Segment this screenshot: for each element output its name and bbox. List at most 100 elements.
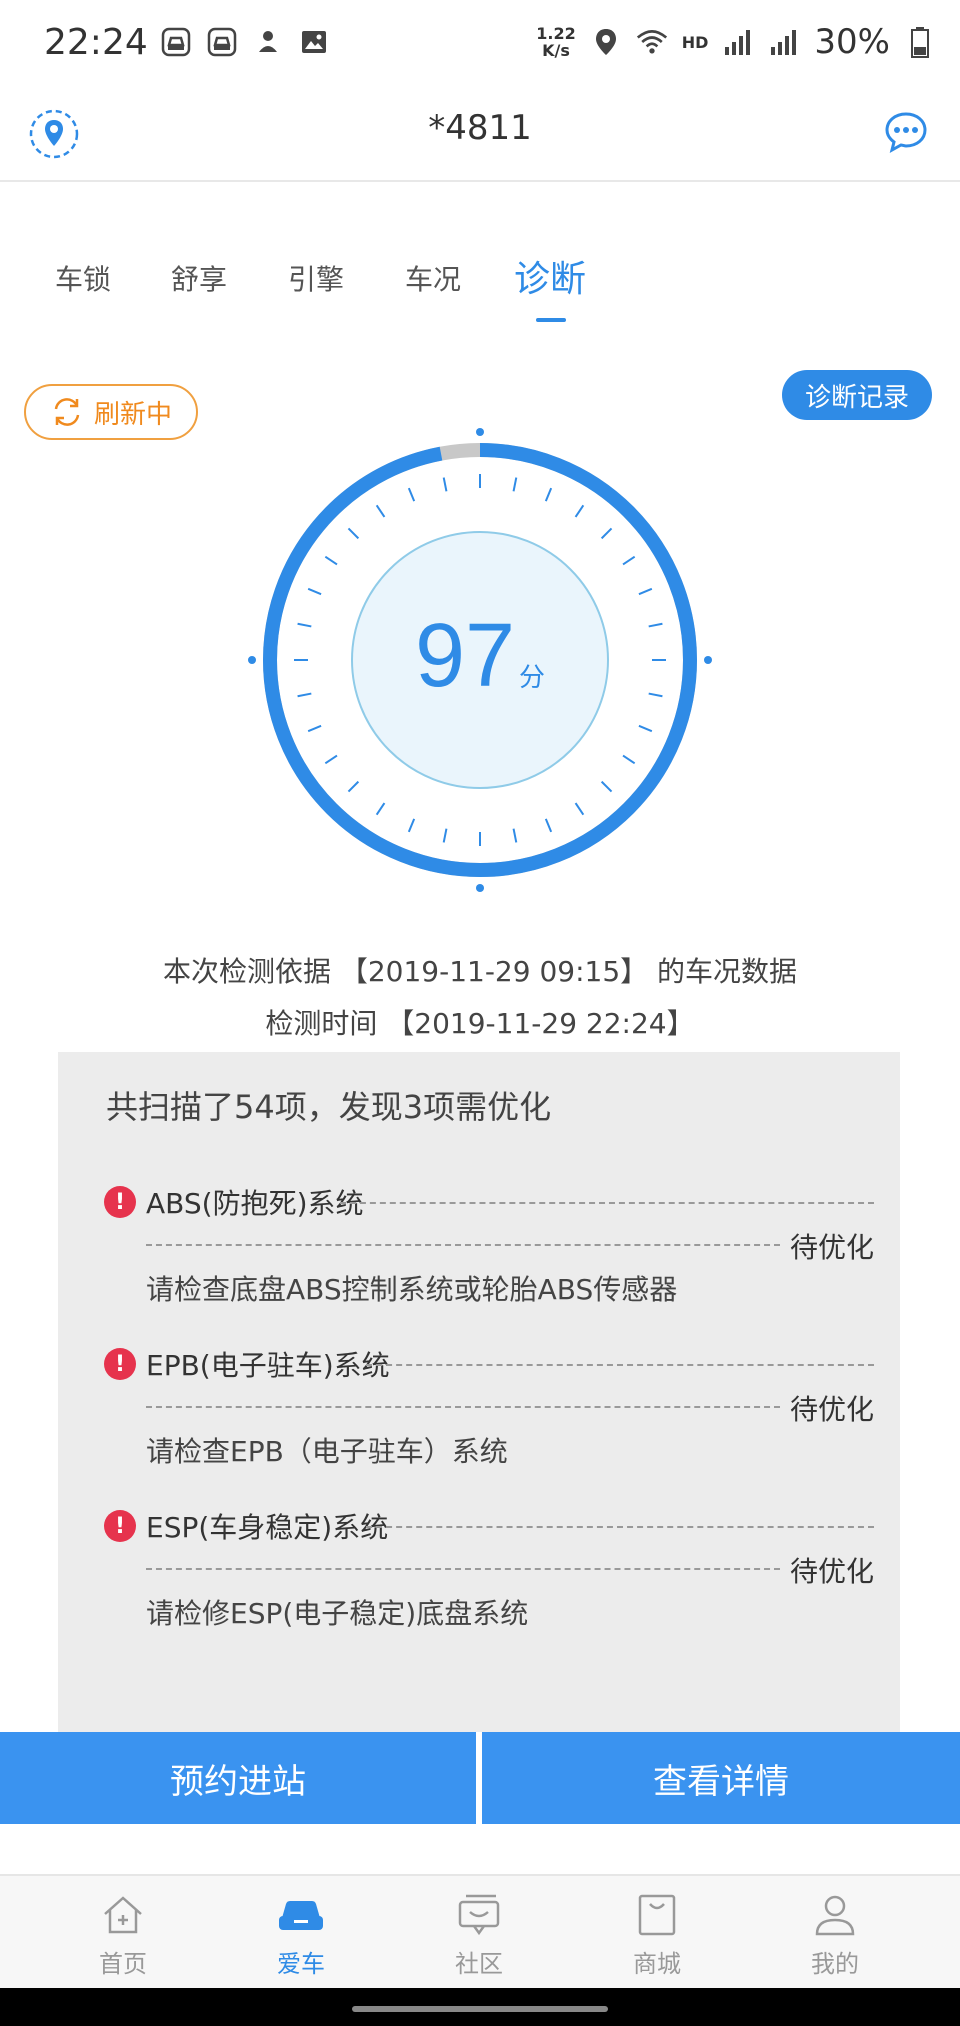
image-notification-icon: [298, 26, 330, 58]
gauge-dot-left: [248, 656, 256, 664]
nav-label: 社区: [455, 1950, 503, 1978]
battery-icon: [904, 26, 936, 58]
shop-icon: [638, 1894, 676, 1936]
active-tab-indicator: [536, 318, 566, 322]
issue-detail: 请检查底盘ABS控制系统或轮胎ABS传感器: [146, 1273, 678, 1306]
book-service-button[interactable]: 预约进站: [0, 1732, 476, 1824]
dash-leader: [366, 1364, 874, 1366]
gauge-tick: [648, 692, 663, 698]
gauge-tick: [512, 828, 518, 843]
issue-item-epb[interactable]: ! EPB(电子驻车)系统 待优化 请检查EPB（电子驻车）系统: [104, 1344, 874, 1474]
tab-condition[interactable]: 车况: [405, 258, 461, 298]
tab-engine[interactable]: 引擎: [288, 258, 344, 298]
home-gesture-handle[interactable]: [352, 2006, 608, 2012]
warning-icon: !: [104, 1510, 136, 1542]
gauge-tick: [512, 477, 518, 492]
function-tabs: 车锁 舒享 引擎 车况 诊断: [0, 250, 960, 330]
hd-indicator: HD: [681, 32, 709, 52]
message-button[interactable]: [882, 108, 930, 156]
signal-4g-icon: [722, 26, 754, 58]
score-display: 97 分: [400, 605, 560, 708]
chat-bubble-icon: [885, 112, 927, 153]
battery-percent: 30%: [814, 22, 890, 62]
nav-label: 我的: [811, 1950, 859, 1978]
issue-status: 待优化: [789, 1393, 874, 1426]
gauge-tick: [297, 622, 312, 628]
community-icon: [458, 1894, 500, 1936]
gauge-tick: [622, 555, 636, 566]
status-bar: 22:24 1.22 K/s HD 30%: [0, 0, 960, 90]
nav-car[interactable]: 爱车: [241, 1892, 361, 1979]
gauge-tick: [347, 780, 360, 793]
gauge-tick: [600, 780, 613, 793]
signal-4g-icon-2: [768, 26, 800, 58]
warning-icon: !: [104, 1186, 136, 1218]
gauge-tick: [375, 802, 386, 816]
issue-item-esp[interactable]: ! ESP(车身稳定)系统 待优化 请检修ESP(电子稳定)底盘系统: [104, 1506, 874, 1636]
issue-detail: 请检修ESP(电子稳定)底盘系统: [146, 1597, 529, 1630]
gauge-tick: [600, 527, 613, 540]
issue-name: EPB(电子驻车)系统: [146, 1349, 390, 1382]
gauge-tick: [574, 802, 585, 816]
bottom-nav: 首页 爱车 社区 商城 我的: [0, 1874, 960, 1990]
nav-community[interactable]: 社区: [419, 1892, 539, 1979]
view-details-button[interactable]: 查看详情: [482, 1732, 960, 1824]
gauge-tick: [347, 527, 360, 540]
refresh-label: 刷新中: [93, 399, 172, 430]
gauge-tick: [544, 487, 553, 502]
warning-icon: !: [104, 1348, 136, 1380]
car-notification-icon-2: [206, 26, 238, 58]
car-notification-icon: [160, 26, 192, 58]
wifi-icon: [636, 26, 668, 58]
status-time: 22:24: [44, 22, 148, 63]
app-header: *4811: [0, 90, 960, 182]
dash-leader: [146, 1244, 780, 1246]
issue-item-abs[interactable]: ! ABS(防抱死)系统 待优化 请检查底盘ABS控制系统或轮胎ABS传感器: [104, 1182, 874, 1312]
app-notification-icon: [252, 26, 284, 58]
refresh-button[interactable]: 刷新中: [24, 384, 198, 440]
issue-status: 待优化: [789, 1231, 874, 1264]
diagnosis-result-panel: 共扫描了54项，发现3项需优化 ! ABS(防抱死)系统 待优化 请检查底盘AB…: [58, 1052, 900, 1732]
refresh-icon: [54, 398, 80, 426]
issue-name: ABS(防抱死)系统: [146, 1187, 364, 1220]
score-unit: 分: [519, 663, 546, 693]
nav-profile[interactable]: 我的: [775, 1892, 895, 1979]
issue-detail: 请检查EPB（电子驻车）系统: [146, 1435, 508, 1468]
dash-leader: [146, 1406, 780, 1408]
gauge-dot-top: [476, 428, 484, 436]
vehicle-plate-title: *4811: [428, 108, 532, 148]
status-system-icons: 1.22 K/s HD 30%: [536, 22, 936, 62]
score-value: 97: [414, 606, 516, 706]
tab-comfort[interactable]: 舒享: [171, 258, 227, 298]
gauge-tick: [324, 555, 338, 566]
dash-leader: [366, 1526, 874, 1528]
gauge-tick: [442, 477, 448, 492]
diagnosis-record-button[interactable]: 诊断记录: [782, 370, 932, 420]
gauge-tick: [648, 622, 663, 628]
detection-time-text: 检测时间 【2019-11-29 22:24】: [265, 1007, 695, 1040]
gauge-tick: [574, 504, 585, 518]
network-speed: 1.22 K/s: [536, 24, 576, 60]
gauge-tick: [407, 818, 416, 833]
gauge-tick: [375, 504, 386, 518]
gauge-tick: [622, 754, 636, 765]
gauge-tick: [442, 828, 448, 843]
status-notification-icons: [160, 26, 330, 58]
gauge-dot-bottom: [476, 884, 484, 892]
gauge-dot-right: [704, 656, 712, 664]
gauge-tick: [638, 724, 653, 733]
scan-summary: 共扫描了54项，发现3项需优化: [106, 1088, 552, 1126]
location-icon: [590, 26, 622, 58]
detection-basis-text: 本次检测依据 【2019-11-29 09:15】 的车况数据: [162, 955, 798, 988]
nav-label: 商城: [633, 1950, 681, 1978]
tab-diagnosis[interactable]: 诊断: [514, 250, 586, 302]
dash-leader: [340, 1202, 874, 1204]
home-icon: [104, 1896, 142, 1934]
profile-icon: [815, 1895, 855, 1936]
nav-home[interactable]: 首页: [63, 1892, 183, 1979]
gauge-tick: [307, 724, 322, 733]
gauge-tick: [407, 487, 416, 502]
gauge-tick: [297, 692, 312, 698]
nav-shop[interactable]: 商城: [597, 1892, 717, 1979]
tab-lock[interactable]: 车锁: [55, 258, 111, 298]
